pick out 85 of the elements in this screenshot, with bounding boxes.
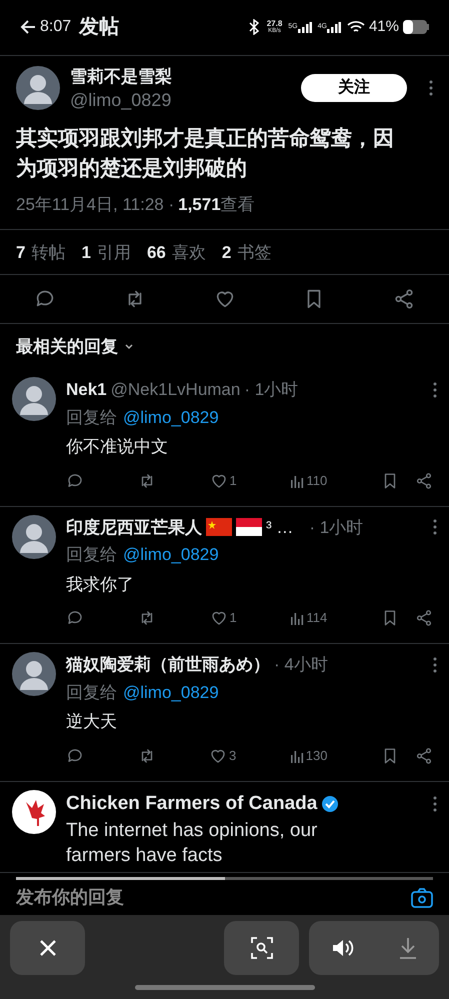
- reply-text: The internet has opinions, our farmers have facts: [66, 819, 318, 868]
- stat-label[interactable]: 书签: [237, 240, 272, 266]
- replies-sort-label[interactable]: 最相关的回复: [16, 334, 118, 360]
- like-count: 3: [229, 746, 236, 765]
- post-date: 25年11月4日, 11:28 ·: [16, 194, 174, 216]
- reply-text: 你不准说中文: [66, 436, 169, 458]
- back-arrow-icon[interactable]: [20, 19, 36, 36]
- stat-count[interactable]: 2: [222, 240, 232, 266]
- follow-button[interactable]: 关注: [301, 74, 407, 102]
- flag-icon: [206, 518, 232, 536]
- reply-author-name[interactable]: 猫奴陶爱莉（前世雨あめ）: [66, 652, 270, 678]
- avatar[interactable]: [12, 514, 56, 558]
- reply-time: · 1小时: [244, 379, 298, 401]
- reply-to-label: 回复给: [66, 682, 117, 704]
- network-speed: 27.8: [266, 20, 282, 28]
- progress-track[interactable]: [16, 877, 433, 880]
- reply-text: 我求你了: [66, 574, 135, 596]
- status-time: 8:07: [40, 17, 72, 38]
- signal-icon: [326, 22, 341, 33]
- reply-author-name[interactable]: 印度尼西亚芒果人: [66, 514, 202, 540]
- avatar[interactable]: [12, 377, 56, 421]
- more-icon[interactable]: [433, 519, 437, 536]
- stat-count[interactable]: 66: [146, 240, 166, 266]
- stat-label[interactable]: 引用: [96, 240, 131, 266]
- scan-icon: [250, 937, 272, 959]
- close-button[interactable]: [10, 921, 85, 975]
- name-overflow: ³ …: [266, 516, 294, 538]
- stat-count[interactable]: 7: [16, 240, 26, 266]
- reply-author-name[interactable]: Chicken Farmers of Canada: [66, 790, 318, 818]
- view-count: 114: [306, 609, 328, 628]
- speaker-icon[interactable]: [330, 938, 354, 958]
- battery-icon: [403, 20, 429, 34]
- view-count: 130: [306, 746, 328, 765]
- wifi-icon: [346, 20, 365, 34]
- reply-time: · 1小时: [309, 516, 364, 538]
- comment-icon[interactable]: [66, 472, 84, 490]
- mention-link[interactable]: @limo_0829: [123, 680, 219, 705]
- views-icon: [290, 748, 304, 762]
- views-label: 查看: [220, 194, 255, 216]
- share-icon[interactable]: [415, 746, 433, 764]
- comment-icon[interactable]: [66, 746, 84, 764]
- author-handle[interactable]: @limo_0829: [70, 89, 291, 112]
- reply-time: · 4小时: [274, 654, 328, 676]
- reply-author-name[interactable]: Nek1: [66, 377, 107, 402]
- chevron-down-icon[interactable]: [124, 342, 134, 351]
- camera-icon[interactable]: [411, 888, 433, 908]
- signal-icon: [298, 22, 312, 33]
- avatar[interactable]: [12, 790, 56, 834]
- more-icon[interactable]: [433, 656, 437, 673]
- download-icon[interactable]: [398, 937, 418, 959]
- reply-text: 逆大天: [66, 711, 118, 733]
- comment-icon[interactable]: [66, 609, 84, 627]
- stat-label[interactable]: 喜欢: [172, 240, 206, 266]
- author-name[interactable]: 雪莉不是雪梨: [70, 64, 291, 90]
- bluetooth-icon: [248, 19, 259, 36]
- reply-to-label: 回复给: [66, 544, 117, 566]
- scan-button[interactable]: [224, 921, 299, 975]
- post-text: 其实项羽跟刘邦才是真正的苦命鸳鸯，因为项羽的楚还是刘邦破的: [15, 126, 395, 182]
- page-title: 发帖: [79, 15, 120, 40]
- more-icon[interactable]: [433, 382, 437, 398]
- like-count: 1: [230, 609, 237, 628]
- share-icon[interactable]: [393, 288, 415, 310]
- close-icon: [38, 939, 56, 957]
- reply-to-label: 回复给: [66, 406, 117, 428]
- like-count: 1: [230, 472, 237, 490]
- views-icon: [290, 474, 304, 488]
- avatar[interactable]: [12, 652, 56, 696]
- heart-icon[interactable]: [210, 609, 228, 627]
- views-icon: [290, 611, 304, 625]
- battery-percent: 41%: [368, 17, 399, 38]
- reply-input-field[interactable]: 发布你的回复: [16, 884, 411, 911]
- stat-count[interactable]: 1: [81, 240, 91, 266]
- reply-author-handle[interactable]: @Nek1LvHuman: [110, 377, 240, 402]
- view-count: 110: [306, 472, 328, 490]
- home-indicator[interactable]: [134, 984, 314, 990]
- views-count: 1,571: [178, 194, 221, 216]
- mention-link[interactable]: @limo_0829: [123, 404, 219, 430]
- share-icon[interactable]: [414, 609, 433, 627]
- share-icon[interactable]: [414, 472, 433, 490]
- more-icon[interactable]: [429, 80, 433, 96]
- avatar[interactable]: [16, 66, 60, 110]
- stat-label[interactable]: 转帖: [31, 240, 66, 266]
- flag-icon: [236, 518, 262, 536]
- more-icon[interactable]: [433, 796, 437, 812]
- mention-link[interactable]: @limo_0829: [123, 542, 219, 568]
